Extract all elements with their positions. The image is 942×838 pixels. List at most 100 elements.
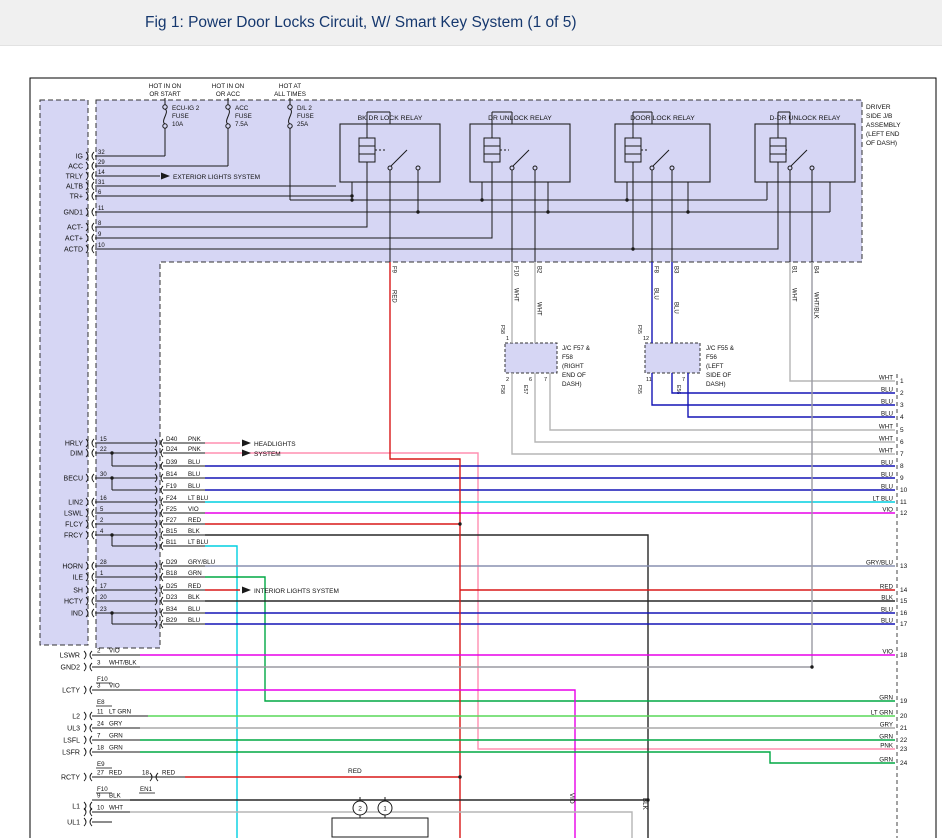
junction-dot: [546, 210, 549, 213]
inline-connector-id: EN1: [140, 786, 153, 793]
pin-number: 11: [97, 709, 104, 716]
wire-code: D29: [166, 559, 178, 566]
jc-caption: J/C F55 &: [706, 345, 735, 352]
right-pin-number: 15: [900, 598, 908, 605]
jc-caption: J/C F57 &: [562, 345, 591, 352]
wiring-diagram: BK DR LOCK RELAYDR UNLOCK RELAYDOOR LOCK…: [0, 0, 942, 838]
pin-number: 27: [97, 770, 104, 777]
wire-color-label: PNK: [880, 743, 894, 750]
wire-color-label: VIO: [882, 507, 893, 514]
jb-pin-number: 32: [98, 150, 105, 156]
wire-code: D39: [166, 459, 178, 466]
wire-color-label: BLK: [641, 798, 648, 811]
right-pin-number: 23: [900, 746, 908, 753]
jc-connector-id: E57: [522, 385, 528, 394]
wire-color-label: RED: [162, 770, 176, 777]
fuse-kind: FUSE: [172, 113, 189, 120]
wire-color-label: BLK: [188, 594, 201, 601]
system-link-label: HEADLIGHTS: [254, 441, 296, 448]
relay-title: DOOR LOCK RELAY: [630, 115, 695, 122]
jb-pin-label: TRLY: [66, 174, 84, 181]
wire-color-label: VIO: [568, 793, 575, 804]
wire-color-label: WHT: [879, 375, 893, 382]
wire-color-label: BLK: [188, 528, 201, 535]
right-pin-number: 11: [900, 499, 907, 506]
right-pin-number: 13: [900, 563, 908, 570]
jb-pin-label: ACC: [68, 164, 83, 171]
wire-color-label: GRN: [109, 733, 123, 740]
jb-pin-label: BECU: [64, 476, 83, 483]
wire-color-label: WHT: [109, 805, 123, 812]
jc-pin-number: 2: [506, 377, 509, 383]
jb-pin-label: IND: [71, 611, 83, 618]
connector-pin-label: UL1: [67, 820, 80, 827]
jb-pin-label: FRCY: [64, 533, 83, 540]
junction-dot: [631, 247, 634, 250]
junction-dot: [686, 210, 689, 213]
wire-code: B34: [166, 606, 178, 613]
wiring-diagram-canvas: BK DR LOCK RELAYDR UNLOCK RELAYDOOR LOCK…: [0, 0, 942, 838]
connector-pin-circle-number: 1: [383, 806, 387, 813]
junction-dot: [350, 198, 353, 201]
power-source-label: OR START: [149, 91, 180, 98]
right-pin-number: 22: [900, 737, 908, 744]
wire-color-label: GRY/BLU: [866, 560, 893, 567]
wire-color-label: BLU: [881, 399, 893, 406]
jb-pin-label: LSWL: [64, 511, 83, 518]
pin-number: 3: [97, 660, 101, 667]
wire-color-label: LT BLU: [188, 495, 208, 502]
wire-color-label: WHT: [513, 288, 519, 302]
jb-pin-number: 17: [100, 584, 107, 590]
wire-color-label: VIO: [882, 649, 893, 656]
jc-connector-id: F58: [499, 385, 505, 394]
connector-id: B2: [536, 266, 542, 274]
connector-pin-circle-number: 2: [358, 806, 362, 813]
jc-pin-number: 7: [682, 377, 685, 383]
inline-connector-id: E8: [97, 699, 105, 706]
wire-color-label: WHT/BLK: [109, 660, 137, 667]
right-pin-number: 8: [900, 463, 904, 470]
wire-code: B18: [166, 570, 178, 577]
jb-pin-number: 16: [100, 496, 107, 502]
jb-pin-label: TR+: [70, 194, 83, 201]
jb-pin-label: HORN: [62, 564, 83, 571]
junction-dot: [810, 665, 813, 668]
connector-pin-label: LSWR: [60, 653, 80, 660]
relay-title: D-DR UNLOCK RELAY: [770, 115, 841, 122]
jb-pin-number: 30: [100, 472, 107, 478]
jb-pin-number: 28: [100, 560, 107, 566]
connector-id: F10: [513, 266, 519, 277]
wire-color-label: LT BLU: [188, 539, 208, 546]
figure-page: Fig 1: Power Door Locks Circuit, W/ Smar…: [0, 0, 942, 838]
system-link-label: EXTERIOR LIGHTS SYSTEM: [173, 174, 260, 181]
pin-number: 9: [97, 793, 101, 800]
connector-pin-label: LCTY: [62, 688, 80, 695]
fuse-name: D/L 2: [297, 105, 312, 112]
wire-color-label: WHT: [879, 424, 893, 431]
wire-color-label: LT GRN: [109, 709, 131, 716]
connector-pin-label: RCTY: [61, 775, 80, 782]
right-pin-number: 24: [900, 760, 908, 767]
wire-code: D23: [166, 594, 178, 601]
right-pin-number: 1: [900, 378, 904, 385]
right-pin-number: 12: [900, 510, 908, 517]
junction-dot: [458, 522, 461, 525]
wire-code: F19: [166, 483, 177, 490]
junction-dot: [458, 775, 461, 778]
inline-connector-id: F10: [97, 676, 108, 683]
right-pin-number: 9: [900, 475, 904, 482]
jb-pin-number: 15: [100, 437, 107, 443]
wire-color-label: BLK: [881, 595, 894, 602]
jc-caption: DASH): [562, 381, 582, 388]
jc-caption: END OF: [562, 372, 586, 379]
jb-pin-label: HRLY: [65, 441, 83, 448]
right-pin-number: 6: [900, 439, 904, 446]
wire-color-label: PNK: [188, 436, 202, 443]
wire-color-label: VIO: [109, 683, 120, 690]
right-pin-number: 3: [900, 402, 904, 409]
jb-pin-number: 20: [100, 595, 107, 601]
wire-code: B15: [166, 528, 178, 535]
pin-number: 24: [97, 721, 104, 728]
right-pin-number: 14: [900, 587, 908, 594]
wire-code: F25: [166, 506, 177, 513]
